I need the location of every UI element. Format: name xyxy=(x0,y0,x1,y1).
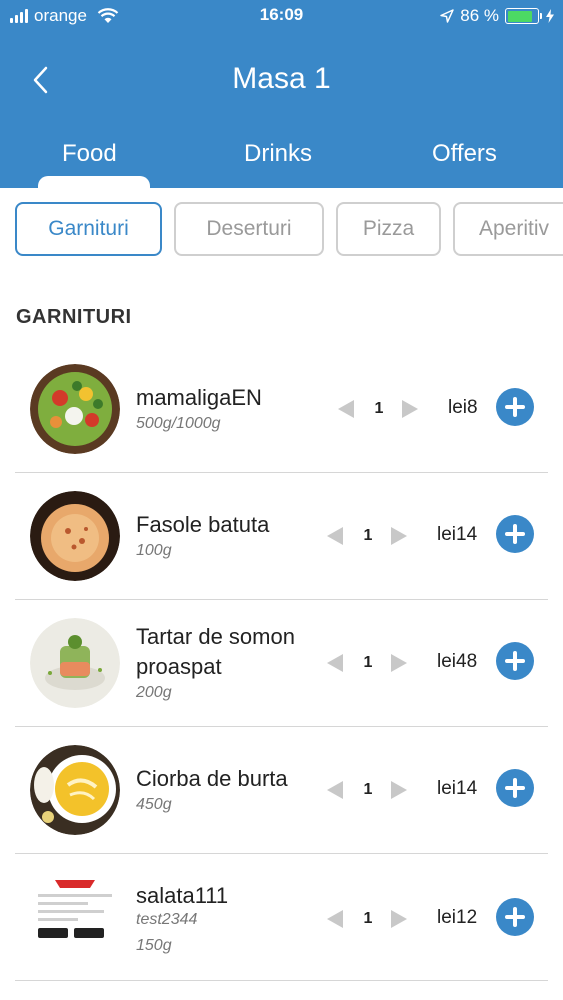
category-chips: Garnituri Deserturi Pizza Aperitiv xyxy=(0,202,563,258)
battery-group: 86 % xyxy=(440,6,555,26)
item-name: Ciorba de burta xyxy=(136,766,288,791)
add-to-cart-button[interactable] xyxy=(496,642,534,680)
item-weight: 150g xyxy=(136,937,172,954)
page-title: Masa 1 xyxy=(232,62,331,95)
tab-drinks[interactable]: Drinks xyxy=(244,140,312,168)
battery-icon xyxy=(505,8,542,24)
item-thumbnail-beans xyxy=(30,491,120,581)
category-chip-deserturi[interactable]: Deserturi xyxy=(174,202,324,256)
charging-icon xyxy=(546,9,554,23)
menu-item: mamaligaEN 500g/1000g 1 lei8 xyxy=(0,346,563,473)
item-description: test2344 xyxy=(136,911,198,928)
divider xyxy=(15,980,548,981)
item-weight: 200g xyxy=(136,684,172,701)
status-bar: orange 16:09 86 % xyxy=(0,0,563,34)
add-to-cart-button[interactable] xyxy=(496,769,534,807)
category-chip-garnituri[interactable]: Garnituri xyxy=(15,202,162,256)
increase-qty-button[interactable] xyxy=(391,781,407,799)
item-name: Tartar de somon proaspat xyxy=(136,624,295,679)
add-to-cart-button[interactable] xyxy=(496,388,534,426)
decrease-qty-button[interactable] xyxy=(327,654,343,672)
section-title: GARNITURI xyxy=(16,306,132,328)
item-weight: 500g/1000g xyxy=(136,415,221,432)
item-qty: 1 xyxy=(363,781,373,798)
battery-level xyxy=(507,10,533,22)
item-qty: 1 xyxy=(363,654,373,671)
category-chip-pizza[interactable]: Pizza xyxy=(336,202,441,256)
decrease-qty-button[interactable] xyxy=(327,527,343,545)
item-thumbnail-salad xyxy=(30,364,120,454)
decrease-qty-button[interactable] xyxy=(327,781,343,799)
location-icon xyxy=(440,9,454,23)
add-to-cart-button[interactable] xyxy=(496,898,534,936)
item-thumbnail-flyer xyxy=(30,872,120,962)
item-price: lei12 xyxy=(437,907,478,928)
item-price: lei48 xyxy=(437,651,478,672)
tab-active-indicator xyxy=(38,176,150,190)
menu-item: Fasole batuta 100g 1 lei14 xyxy=(0,473,563,600)
item-weight: 450g xyxy=(136,796,172,813)
item-thumbnail-tartar xyxy=(30,618,120,708)
decrease-qty-button[interactable] xyxy=(327,910,343,928)
tab-offers[interactable]: Offers xyxy=(432,140,497,168)
item-name: salata111 xyxy=(136,883,229,908)
tab-food[interactable]: Food xyxy=(62,140,117,168)
menu-item: Ciorba de burta 450g 1 lei14 xyxy=(0,727,563,854)
increase-qty-button[interactable] xyxy=(391,910,407,928)
add-to-cart-button[interactable] xyxy=(496,515,534,553)
battery-percent: 86 % xyxy=(460,6,499,25)
item-name: Fasole batuta xyxy=(136,512,270,537)
decrease-qty-button[interactable] xyxy=(338,400,354,418)
tab-bar: Food Drinks Offers xyxy=(0,130,563,190)
item-price: lei14 xyxy=(437,524,478,545)
increase-qty-button[interactable] xyxy=(391,527,407,545)
item-qty: 1 xyxy=(363,527,373,544)
item-qty: 1 xyxy=(363,910,373,927)
item-thumbnail-soup xyxy=(30,745,120,835)
menu-item: Tartar de somon proaspat 200g 1 lei48 xyxy=(0,600,563,727)
category-chip-aperitiv[interactable]: Aperitiv xyxy=(453,202,563,256)
menu-item: salata111 test2344 150g 1 lei12 xyxy=(0,854,563,981)
item-name: mamaligaEN xyxy=(136,385,262,410)
item-qty: 1 xyxy=(374,400,384,417)
item-weight: 100g xyxy=(136,542,172,559)
increase-qty-button[interactable] xyxy=(402,400,418,418)
item-price: lei8 xyxy=(448,397,478,418)
item-price: lei14 xyxy=(437,778,478,799)
increase-qty-button[interactable] xyxy=(391,654,407,672)
